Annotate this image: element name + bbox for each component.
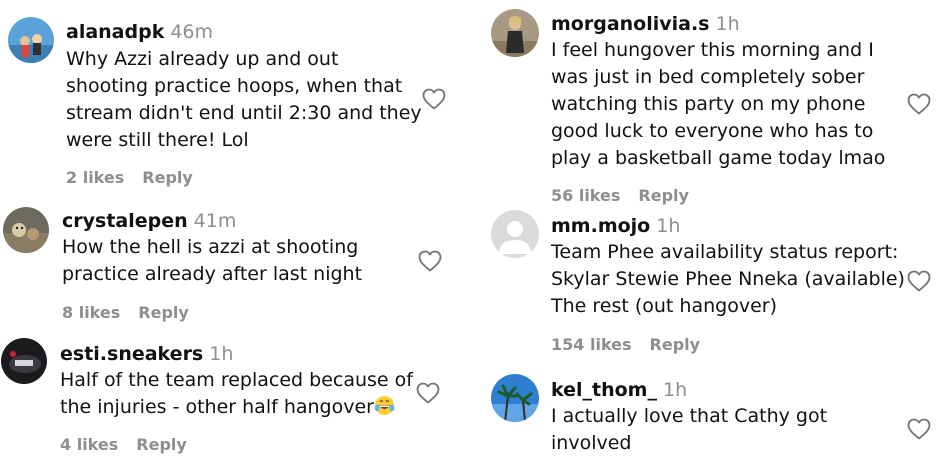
comment-text-line: Half of the team replaced because of [60, 369, 413, 391]
likes-count[interactable]: 56 likes [551, 186, 620, 205]
comment-text-line: I feel hungover this morning and I [551, 39, 874, 61]
comment-text-line: were still there! Lol [66, 129, 249, 151]
comment-text-line: was just in bed completely sober [551, 66, 865, 88]
grinning-sweat-emoji [374, 395, 395, 416]
avatar[interactable] [1, 338, 47, 384]
heart-icon[interactable] [907, 418, 931, 440]
comment-text-line: good luck to everyone who has to [551, 120, 874, 142]
comment-text-line: involved [551, 432, 632, 454]
avatar[interactable] [8, 17, 54, 63]
timestamp: 1h [662, 379, 688, 401]
heart-icon[interactable] [907, 93, 931, 115]
comment-text-line: the injuries - other half hangover [60, 396, 374, 418]
timestamp: 46m [170, 21, 214, 43]
avatar[interactable] [3, 207, 49, 253]
avatar[interactable] [491, 9, 539, 57]
comment-text-line: shooting practice hoops, when that [66, 75, 403, 97]
comment-text-line: Skylar Stewie Phee Nneka (available) [551, 268, 905, 290]
comment-text-line: How the hell is azzi at shooting [62, 236, 359, 258]
username[interactable]: morganolivia.s [551, 13, 710, 35]
username[interactable]: crystalepen [62, 210, 188, 232]
heart-icon[interactable] [416, 382, 440, 404]
likes-count[interactable]: 4 likes [60, 435, 118, 454]
reply-button[interactable]: Reply [638, 186, 689, 205]
reply-button[interactable]: Reply [138, 303, 189, 322]
username[interactable]: alanadpk [66, 21, 164, 43]
username[interactable]: kel_thom_ [551, 379, 657, 401]
avatar[interactable] [491, 374, 539, 422]
comment-text-line: watching this party on my phone [551, 93, 866, 115]
username[interactable]: mm.mojo [551, 215, 650, 237]
likes-count[interactable]: 2 likes [66, 168, 124, 187]
reply-button[interactable]: Reply [142, 168, 193, 187]
comment-text-line: stream didn't end until 2:30 and they [66, 102, 422, 124]
comment-text: I actually love that Cathy got involved [551, 403, 827, 457]
heart-icon[interactable] [422, 88, 446, 110]
comment-text-line: play a basketball game today lmao [551, 147, 886, 169]
likes-count[interactable]: 8 likes [62, 303, 120, 322]
timestamp: 1h [656, 215, 681, 237]
comment-text: Why Azzi already up and out shooting pra… [66, 46, 422, 154]
reply-button[interactable]: Reply [650, 335, 701, 354]
timestamp: 1h [715, 13, 740, 35]
username[interactable]: esti.sneakers [60, 343, 203, 365]
comment-text: How the hell is azzi at shooting practic… [62, 234, 362, 288]
comment-text-line: The rest (out hangover) [551, 295, 777, 317]
comment-text-line: Why Azzi already up and out [66, 48, 339, 70]
heart-icon[interactable] [418, 250, 442, 272]
comment-text: I feel hungover this morning and I was j… [551, 37, 885, 172]
comment-text: Half of the team replaced because of the… [60, 367, 413, 421]
likes-count[interactable]: 154 likes [551, 335, 632, 354]
heart-icon[interactable] [907, 270, 931, 292]
timestamp: 41m [193, 210, 237, 232]
comment-text-line: Team Phee availability status report: [551, 241, 899, 263]
timestamp: 1h [209, 343, 234, 365]
default-profile-icon[interactable] [491, 210, 539, 258]
comment-text: Team Phee availability status report: Sk… [551, 239, 905, 320]
reply-button[interactable]: Reply [136, 435, 187, 454]
comment-text-line: practice already after last night [62, 263, 363, 285]
comment-text-line: I actually love that Cathy got [551, 405, 828, 427]
